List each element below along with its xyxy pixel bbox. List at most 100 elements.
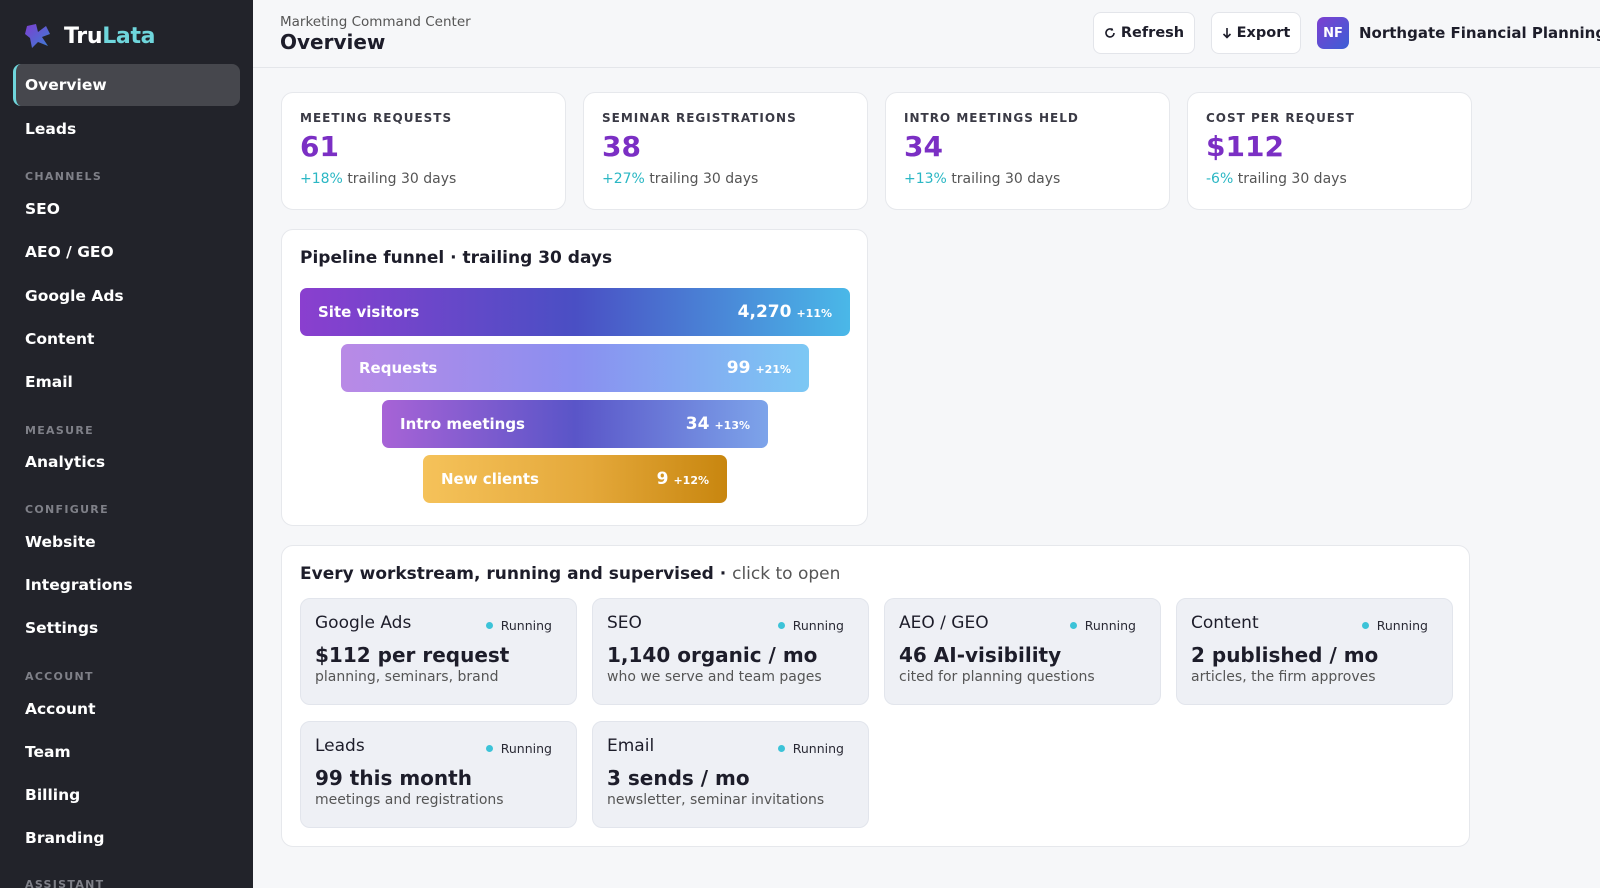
workstream-card-content[interactable]: Content Running 2 published / mo article… — [1176, 598, 1453, 705]
status-badge: Running — [485, 741, 552, 756]
workstreams-panel: Every workstream, running and supervised… — [281, 545, 1470, 847]
workstream-card-email[interactable]: Email Running 3 sends / mo newsletter, s… — [592, 721, 869, 828]
workstream-metric: 2 published / mo — [1191, 643, 1379, 667]
org-switcher[interactable]: Northgate Financial Planning — [1359, 24, 1600, 42]
sidebar-item-label: AEO / GEO — [25, 243, 114, 261]
sidebar-item-team[interactable]: Team — [13, 731, 240, 773]
funnel-stage-delta: +13% — [714, 419, 750, 432]
brand-logo-icon — [25, 24, 50, 48]
arrow-down-icon — [1222, 28, 1231, 39]
sidebar-item-google-ads[interactable]: Google Ads — [13, 275, 240, 317]
sidebar-item-label: Account — [25, 700, 96, 718]
sidebar-item-overview[interactable]: Overview — [13, 64, 240, 106]
sidebar-item-label: Branding — [25, 829, 105, 847]
sidebar-item-integrations[interactable]: Integrations — [13, 564, 240, 606]
kpi-label: SEMINAR REGISTRATIONS — [602, 111, 797, 125]
funnel-stage-new-clients[interactable]: New clients 9 +12% — [423, 455, 727, 503]
workstream-desc: articles, the firm approves — [1191, 669, 1376, 685]
status-dot-icon — [1069, 622, 1077, 629]
workstream-card-google-ads[interactable]: Google Ads Running $112 per request plan… — [300, 598, 577, 705]
kpi-period: trailing 30 days — [649, 171, 759, 187]
export-label: Export — [1236, 25, 1291, 41]
kpi-subtext: -6% trailing 30 days — [1206, 171, 1453, 187]
workstream-desc: who we serve and team pages — [607, 669, 822, 685]
sidebar-item-settings[interactable]: Settings — [13, 607, 240, 649]
funnel-stage-requests[interactable]: Requests 99 +21% — [341, 344, 809, 392]
status-dot-icon — [485, 745, 493, 752]
workstream-card-aeo-geo[interactable]: AEO / GEO Running 46 AI-visibility cited… — [884, 598, 1161, 705]
sidebar-item-analytics[interactable]: Analytics — [13, 441, 240, 483]
page-title: Overview — [280, 30, 386, 54]
kpi-delta: +27% — [602, 171, 645, 187]
sidebar-item-email[interactable]: Email — [13, 361, 240, 403]
workstream-desc: meetings and registrations — [315, 792, 504, 808]
kpi-card-seminar-registrations: SEMINAR REGISTRATIONS 38 +27% trailing 3… — [583, 92, 868, 210]
workstream-metric: 99 this month — [315, 766, 472, 790]
sidebar-item-seo[interactable]: SEO — [13, 188, 240, 230]
sidebar-item-label: Billing — [25, 786, 81, 804]
section-account: ACCOUNT — [25, 670, 94, 683]
sidebar-item-label: Overview — [25, 76, 107, 94]
funnel-stage-label: Intro meetings — [400, 415, 525, 433]
kpi-delta: -6% — [1206, 171, 1234, 187]
funnel-stage-label: New clients — [441, 470, 539, 488]
sidebar-item-label: Content — [25, 330, 95, 348]
kpi-subtext: +13% trailing 30 days — [904, 171, 1151, 187]
kpi-label: MEETING REQUESTS — [300, 111, 453, 125]
export-button[interactable]: Export — [1211, 12, 1301, 54]
kpi-period: trailing 30 days — [951, 171, 1061, 187]
section-assistant: ASSISTANT — [25, 878, 105, 888]
workstream-card-seo[interactable]: SEO Running 1,140 organic / mo who we se… — [592, 598, 869, 705]
funnel-title: Pipeline funnel · trailing 30 days — [300, 248, 613, 268]
refresh-label: Refresh — [1120, 25, 1185, 41]
workstream-card-leads[interactable]: Leads Running 99 this month meetings and… — [300, 721, 577, 828]
kpi-card-cost-per-request: COST PER REQUEST $112 -6% trailing 30 da… — [1187, 92, 1472, 210]
kpi-value: 34 — [904, 130, 943, 163]
sidebar-item-leads[interactable]: Leads — [13, 108, 240, 150]
kpi-subtext: +27% trailing 30 days — [602, 171, 849, 187]
sidebar-item-label: Email — [25, 373, 73, 391]
kpi-value: $112 — [1206, 130, 1284, 163]
section-configure: CONFIGURE — [25, 503, 109, 516]
sidebar-item-content[interactable]: Content — [13, 318, 240, 360]
sidebar-item-label: Google Ads — [25, 287, 124, 305]
status-dot-icon — [777, 745, 785, 752]
kpi-period: trailing 30 days — [347, 171, 457, 187]
sidebar-item-branding[interactable]: Branding — [13, 817, 240, 859]
breadcrumb: Marketing Command Center — [280, 14, 471, 30]
funnel-stage-value: 4,270 — [737, 302, 792, 322]
funnel-stage-site-visitors[interactable]: Site visitors 4,270 +11% — [300, 288, 850, 336]
funnel-stage-value: 99 — [726, 358, 751, 378]
kpi-period: trailing 30 days — [1237, 171, 1347, 187]
funnel-stage-delta: +12% — [673, 474, 709, 487]
kpi-value: 61 — [300, 130, 339, 163]
section-channels: CHANNELS — [25, 170, 103, 183]
sidebar-item-website[interactable]: Website — [13, 521, 240, 563]
brand-logo[interactable]: TruLata — [24, 22, 156, 50]
refresh-icon — [1105, 27, 1115, 38]
workstreams-subtitle: click to open — [732, 564, 841, 584]
section-measure: MEASURE — [25, 424, 94, 437]
org-avatar[interactable]: NF — [1317, 17, 1349, 49]
workstreams-title: Every workstream, running and supervised… — [300, 564, 841, 584]
kpi-label: INTRO MEETINGS HELD — [904, 111, 1079, 125]
sidebar-item-label: Settings — [25, 619, 99, 637]
workstream-desc: newsletter, seminar invitations — [607, 792, 825, 808]
status-badge: Running — [485, 618, 552, 633]
workstream-metric: 1,140 organic / mo — [607, 643, 818, 667]
workstream-metric: 46 AI-visibility — [899, 643, 1062, 667]
status-badge: Running — [777, 618, 844, 633]
pipeline-funnel-panel: Pipeline funnel · trailing 30 days Site … — [281, 229, 868, 526]
status-dot-icon — [485, 622, 493, 629]
workstream-metric: 3 sends / mo — [607, 766, 750, 790]
kpi-card-intro-meetings: INTRO MEETINGS HELD 34 +13% trailing 30 … — [885, 92, 1170, 210]
sidebar-item-account[interactable]: Account — [13, 688, 240, 730]
refresh-button[interactable]: Refresh — [1093, 12, 1195, 54]
sidebar-item-aeo-geo[interactable]: AEO / GEO — [13, 231, 240, 273]
sidebar-item-label: Integrations — [25, 576, 133, 594]
sidebar: TruLata Overview Leads CHANNELS SEO AEO … — [0, 0, 253, 888]
brand-name: TruLata — [64, 23, 156, 49]
funnel-stage-intro-meetings[interactable]: Intro meetings 34 +13% — [382, 400, 768, 448]
sidebar-item-billing[interactable]: Billing — [13, 774, 240, 816]
workstream-metric: $112 per request — [315, 643, 510, 667]
